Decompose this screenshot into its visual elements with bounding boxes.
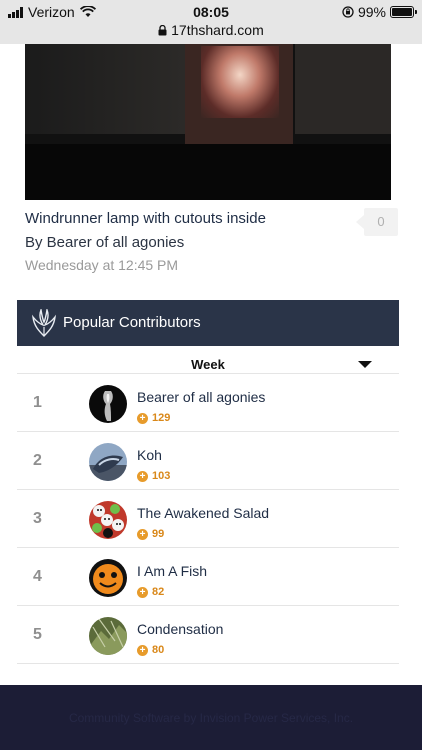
contributor-row[interactable]: 2 Koh +103	[17, 432, 399, 490]
site-logo-icon	[32, 309, 56, 337]
avatar[interactable]	[89, 501, 127, 539]
status-bar: Verizon 08:05 17thshard.com 99%	[0, 0, 422, 44]
widget-header: Popular Contributors	[17, 300, 399, 346]
reputation-value: 82	[152, 586, 165, 598]
contributor-rank: 5	[33, 626, 42, 643]
avatar[interactable]	[89, 617, 127, 655]
contributor-rank: 4	[33, 568, 42, 585]
contributor-row[interactable]: 3 The Awakened Salad +99	[17, 490, 399, 548]
footer-credit-link[interactable]: Community Software by Invision Power Ser…	[0, 711, 422, 725]
contributor-name[interactable]: Bearer of all agonies	[137, 389, 265, 405]
reputation: +129	[137, 412, 170, 424]
reputation-value: 129	[152, 412, 171, 424]
reputation-value: 80	[152, 644, 165, 656]
contributor-name[interactable]: Koh	[137, 447, 162, 463]
reputation: +80	[137, 644, 164, 656]
reputation-plus-icon: +	[137, 412, 148, 424]
lock-icon	[158, 24, 167, 36]
reputation: +99	[137, 528, 164, 540]
reputation-plus-icon: +	[137, 586, 148, 598]
contributor-rank: 2	[33, 452, 42, 469]
contributor-rank: 3	[33, 510, 42, 527]
reputation-value: 103	[152, 470, 171, 482]
widget-title: Popular Contributors	[63, 314, 201, 331]
comment-count-badge[interactable]: 0	[356, 208, 398, 236]
avatar[interactable]	[89, 385, 127, 423]
url-text: 17thshard.com	[171, 22, 264, 38]
contributor-name[interactable]: Condensation	[137, 621, 223, 637]
dropdown-caret-icon[interactable]	[358, 361, 372, 368]
post-date: Wednesday at 12:45 PM	[25, 257, 179, 273]
post-title-link[interactable]: Windrunner lamp with cutouts inside	[25, 210, 266, 227]
post-author: By Bearer of all agonies	[25, 234, 185, 251]
avatar[interactable]	[89, 443, 127, 481]
reputation: +82	[137, 586, 164, 598]
battery-percent: 99%	[357, 4, 386, 20]
contributor-name[interactable]: The Awakened Salad	[137, 505, 269, 521]
contributor-rank: 1	[33, 394, 42, 411]
reputation-plus-icon: +	[137, 470, 148, 482]
reputation-plus-icon: +	[137, 644, 148, 656]
reputation: +103	[137, 470, 170, 482]
contributor-row[interactable]: 1 Bearer of all agonies +129	[17, 374, 399, 432]
rotation-lock-icon	[342, 6, 354, 18]
period-label: Week	[191, 357, 225, 372]
contributor-name[interactable]: I Am A Fish	[137, 563, 207, 579]
footer: Community Software by Invision Power Ser…	[0, 685, 422, 750]
reputation-value: 99	[152, 528, 165, 540]
avatar[interactable]	[89, 559, 127, 597]
reputation-plus-icon: +	[137, 528, 148, 540]
period-selector[interactable]: Week	[17, 346, 399, 374]
address-bar[interactable]: 17thshard.com	[0, 22, 422, 38]
contributor-row[interactable]: 5 Condensation +80	[17, 606, 399, 664]
post-image[interactable]	[25, 44, 391, 200]
battery-group: 99%	[342, 4, 417, 20]
battery-icon	[390, 6, 417, 18]
contributor-row[interactable]: 4 I Am A Fish +82	[17, 548, 399, 606]
